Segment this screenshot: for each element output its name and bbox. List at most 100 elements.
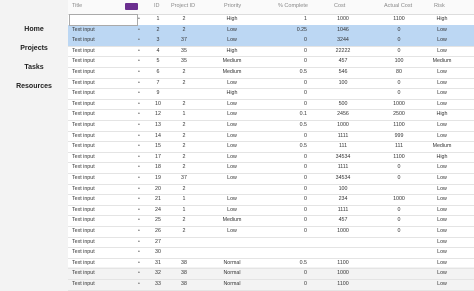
cell-title[interactable]: Text input: [72, 69, 95, 75]
row-dot-icon: •: [138, 79, 140, 86]
cell-percent-complete: 0: [304, 185, 307, 192]
cell-percent-complete: 0: [304, 100, 307, 107]
row-dot-icon: •: [138, 238, 140, 245]
cell-risk: Low: [437, 249, 447, 256]
cell-title[interactable]: Text input: [72, 164, 95, 170]
cell-priority: Normal: [223, 281, 241, 287]
col-header-title[interactable]: Title: [72, 3, 82, 9]
row-dot-icon: •: [138, 164, 140, 171]
cell-cost: 1100: [337, 281, 349, 287]
col-header-percent-complete[interactable]: % Complete: [278, 3, 308, 9]
cell-actual-cost: 0: [397, 164, 401, 171]
cell-priority: Low: [227, 206, 237, 213]
title-text-input-selected[interactable]: [69, 14, 138, 26]
cell-title[interactable]: Text input: [72, 27, 95, 33]
cell-title[interactable]: Text input: [72, 186, 95, 192]
nav-tasks[interactable]: Tasks: [0, 64, 68, 71]
cell-title[interactable]: Text input: [72, 154, 95, 160]
col-header-cost[interactable]: Cost: [334, 3, 345, 9]
cell-title[interactable]: Text input: [72, 239, 95, 245]
cell-title[interactable]: Text input: [72, 260, 95, 266]
col-header-risk[interactable]: Risk: [434, 3, 445, 9]
nav-projects[interactable]: Projects: [0, 45, 68, 52]
nav-home[interactable]: Home: [0, 26, 68, 33]
cell-project-id: 37: [181, 175, 187, 181]
cell-priority: Low: [227, 26, 237, 33]
col-header-actual-cost[interactable]: Actual Cost: [384, 3, 412, 9]
col-header-priority[interactable]: Priority: [224, 3, 241, 9]
col-header-project-id[interactable]: Project ID: [171, 3, 195, 9]
cell-title[interactable]: Text input: [72, 270, 95, 276]
cell-project-id: 1: [182, 196, 186, 203]
cell-cost: 3244: [337, 37, 349, 44]
row-dot-icon: •: [138, 26, 140, 33]
cell-priority: High: [226, 90, 238, 97]
table-row[interactable]: • Text input 33 38 Normal 0 1100 Low: [68, 279, 474, 291]
cell-title[interactable]: Text input: [72, 175, 95, 181]
cell-percent-complete: 0: [304, 175, 307, 181]
cell-actual-cost: 0: [397, 90, 401, 97]
cell-title[interactable]: Text input: [72, 249, 95, 255]
row-dot-icon: •: [138, 185, 140, 192]
cell-actual-cost: 0: [397, 217, 401, 224]
cell-title[interactable]: Text input: [72, 133, 95, 139]
cell-title[interactable]: Text input: [72, 58, 95, 64]
cell-id: 7: [156, 79, 160, 86]
nav-resources[interactable]: Resources: [0, 83, 68, 90]
row-dot-icon: •: [138, 175, 140, 181]
cell-risk: Low: [437, 122, 447, 128]
cell-id: 32: [155, 270, 161, 277]
cell-id: 10: [155, 100, 161, 107]
cell-title[interactable]: Text input: [72, 90, 95, 96]
cell-title[interactable]: Text input: [72, 196, 95, 202]
cell-percent-complete: 0: [304, 90, 307, 97]
cell-id: 2: [156, 26, 160, 33]
cell-cost: 100: [338, 185, 348, 192]
cell-actual-cost: 1000: [393, 196, 405, 203]
cell-title[interactable]: Text input: [72, 228, 95, 234]
cell-title[interactable]: Text input: [72, 122, 95, 128]
cell-id: 27: [155, 238, 161, 245]
cell-project-id: 1: [182, 206, 186, 213]
cell-cost: 111: [338, 143, 348, 150]
cell-id: 18: [155, 164, 161, 171]
cell-percent-complete: 0: [304, 153, 307, 160]
cell-title[interactable]: Text input: [72, 111, 95, 117]
cell-project-id: 35: [181, 47, 187, 54]
cell-project-id: 37: [181, 37, 187, 44]
cell-project-id: 38: [181, 270, 187, 277]
cell-risk: High: [436, 153, 448, 160]
cell-title[interactable]: Text input: [72, 101, 95, 107]
cell-risk: Low: [437, 90, 447, 97]
cell-title[interactable]: Text input: [72, 217, 95, 223]
column-options-icon[interactable]: [125, 3, 138, 10]
cell-cost: 1000: [337, 16, 349, 22]
cell-cost: 1046: [337, 26, 349, 33]
cell-risk: Low: [437, 79, 447, 86]
cell-actual-cost: 0: [397, 26, 401, 33]
cell-actual-cost: 0: [397, 47, 401, 54]
cell-risk: Low: [437, 196, 447, 203]
cell-percent-complete: 0: [304, 281, 307, 287]
cell-percent-complete: 0.5: [299, 122, 307, 128]
cell-title[interactable]: Text input: [72, 48, 95, 54]
cell-id: 1: [156, 16, 160, 22]
cell-risk: Low: [437, 238, 447, 245]
cell-title[interactable]: Text input: [72, 207, 95, 213]
cell-id: 26: [155, 228, 161, 234]
cell-priority: Low: [227, 132, 237, 139]
cell-project-id: 2: [182, 69, 186, 75]
cell-cost: 1111: [337, 206, 349, 213]
cell-title[interactable]: Text input: [72, 80, 95, 86]
col-header-id[interactable]: ID: [154, 3, 160, 9]
cell-priority: High: [226, 16, 238, 22]
cell-title[interactable]: Text input: [72, 281, 95, 287]
cell-title[interactable]: Text input: [72, 37, 95, 43]
cell-risk: Medium: [432, 143, 452, 150]
cell-risk: Low: [437, 26, 447, 33]
cell-percent-complete: 0: [304, 58, 307, 65]
cell-risk: Medium: [432, 58, 452, 65]
cell-priority: Low: [227, 143, 237, 150]
row-dot-icon: •: [138, 217, 140, 224]
cell-title[interactable]: Text input: [72, 143, 95, 149]
